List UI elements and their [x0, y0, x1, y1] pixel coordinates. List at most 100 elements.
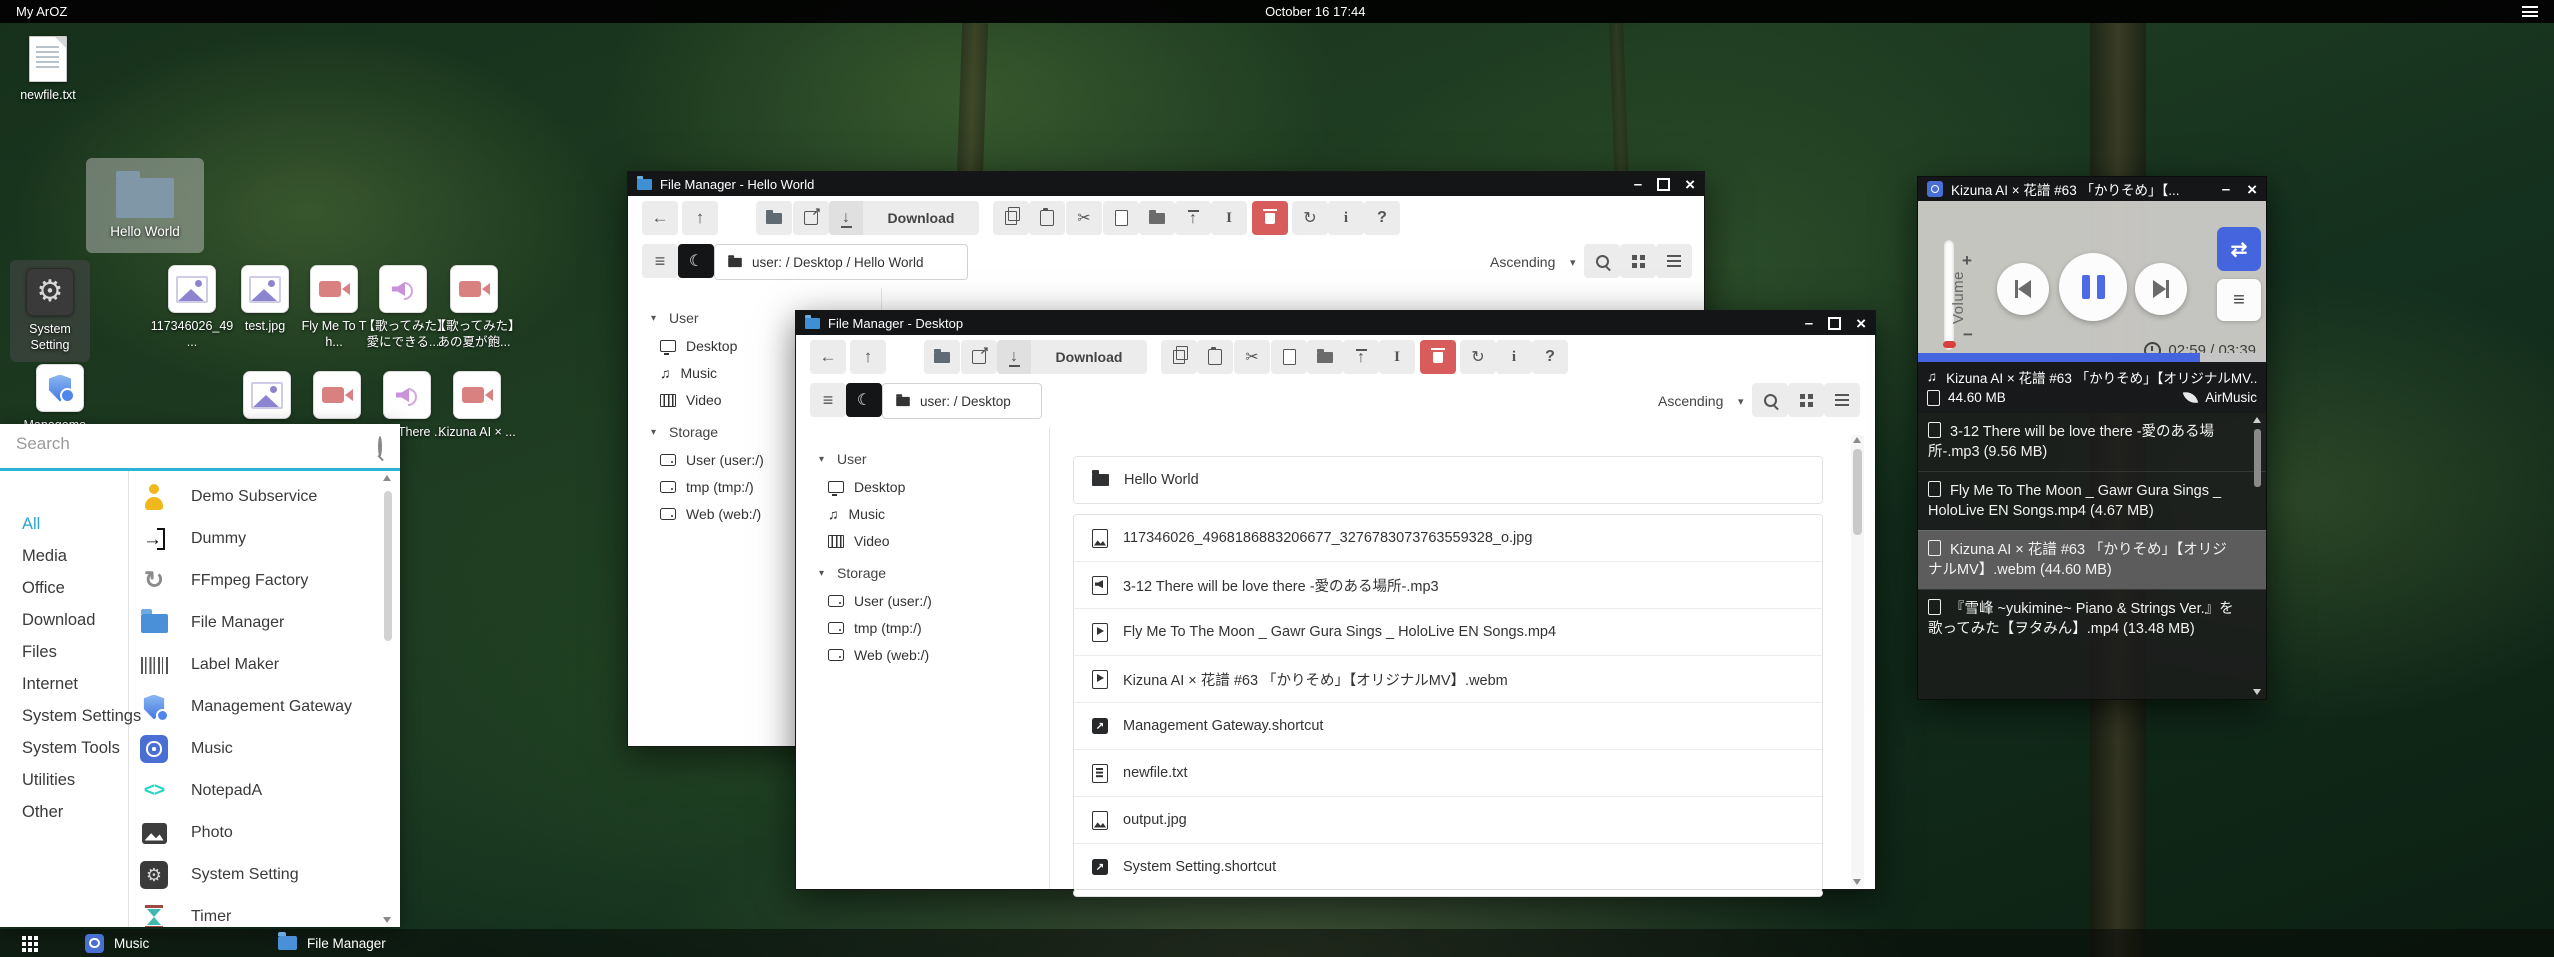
category-other[interactable]: Other — [22, 803, 63, 822]
app-photo[interactable]: Photo — [139, 813, 374, 853]
maximize-button[interactable] — [1828, 317, 1841, 330]
sidebar-section-storage[interactable]: ▾Storage — [819, 565, 886, 581]
file-row[interactable]: ↗System Setting.shortcut — [1074, 844, 1822, 890]
taskbar-item-file-manager[interactable]: File Manager — [278, 929, 386, 957]
progress-bar[interactable] — [1918, 353, 2266, 362]
list-view-button[interactable] — [1824, 383, 1860, 417]
sort-dropdown[interactable]: Ascending — [1490, 254, 1555, 270]
menu-button[interactable]: ≡ — [642, 244, 678, 278]
help-button[interactable]: ? — [1532, 340, 1568, 374]
sidebar-item-video[interactable]: Video — [660, 392, 722, 408]
menu-button[interactable]: ≡ — [810, 383, 846, 417]
sidebar-section-storage[interactable]: ▾Storage — [651, 424, 718, 440]
file-row[interactable]: 3-12 There will be love there -愛のある場所-.m… — [1074, 562, 1822, 609]
app-timer[interactable]: Timer — [139, 897, 374, 927]
app-system-setting[interactable]: ⚙System Setting — [139, 855, 374, 895]
maximize-button[interactable] — [1657, 178, 1670, 191]
dark-mode-button[interactable]: ☾ — [846, 383, 882, 417]
sidebar-item-tmp-drive[interactable]: tmp (tmp:/) — [828, 620, 922, 636]
playlist-item[interactable]: 3-12 There will be love there -愛のある場所-.m… — [1918, 413, 2266, 471]
breadcrumb[interactable]: user: / Desktop — [882, 383, 1042, 419]
hamburger-menu-icon[interactable] — [2522, 6, 2538, 17]
search-button[interactable] — [1584, 244, 1620, 278]
sidebar-item-desktop[interactable]: Desktop — [660, 338, 737, 354]
desktop-icon-kizuna-ai[interactable]: Kizuna AI × ... — [433, 371, 521, 440]
sidebar-item-music[interactable]: ♫Music — [660, 365, 717, 381]
title-bar[interactable]: File Manager - Desktop – × — [796, 311, 1875, 335]
category-internet[interactable]: Internet — [22, 675, 78, 694]
category-download[interactable]: Download — [22, 611, 95, 630]
sidebar-section-user[interactable]: ▾User — [819, 451, 867, 467]
scrollbar[interactable] — [1851, 435, 1864, 887]
file-row[interactable]: newfile.txt — [1074, 750, 1822, 797]
dark-mode-button[interactable]: ☾ — [678, 244, 714, 278]
sidebar-section-user[interactable]: ▾User — [651, 310, 699, 326]
app-file-manager[interactable]: File Manager — [139, 603, 374, 643]
delete-button[interactable] — [1252, 201, 1288, 235]
close-button[interactable]: × — [1685, 176, 1695, 193]
next-track-button[interactable] — [2135, 263, 2187, 315]
delete-button[interactable] — [1420, 340, 1456, 374]
download-button[interactable]: ↓ Download — [829, 201, 979, 235]
category-office[interactable]: Office — [22, 579, 65, 598]
breadcrumb[interactable]: user: / Desktop / Hello World — [714, 244, 968, 280]
pause-button[interactable] — [2059, 253, 2127, 321]
cut-button[interactable]: ✂ — [1234, 340, 1270, 374]
chevron-down-icon[interactable]: ▾ — [1570, 256, 1576, 269]
up-button[interactable]: ↑ — [850, 340, 886, 374]
system-brand[interactable]: My ArOZ — [16, 4, 67, 19]
file-row[interactable]: 117346026_4968186883206677_3276783073763… — [1074, 515, 1822, 562]
info-button[interactable]: i — [1328, 201, 1364, 235]
file-row[interactable]: Kizuna AI × 花譜 #63 「かりそめ」【オリジナルMV】.webm — [1074, 656, 1822, 703]
sidebar-item-user-drive[interactable]: User (user:/) — [828, 593, 932, 609]
copy-button[interactable] — [1161, 340, 1197, 374]
new-folder-button[interactable] — [1139, 201, 1175, 235]
up-button[interactable]: ↑ — [682, 201, 718, 235]
minimize-button[interactable]: – — [1634, 177, 1642, 192]
grid-view-button[interactable] — [1788, 383, 1824, 417]
refresh-button[interactable]: ↻ — [1292, 201, 1328, 235]
app-ffmpeg-factory[interactable]: ↻FFmpeg Factory — [139, 561, 374, 601]
desktop-icon-hello-world[interactable]: Hello World — [86, 158, 204, 253]
category-system-tools[interactable]: System Tools — [22, 739, 120, 758]
open-button[interactable] — [924, 340, 960, 374]
category-system-settings[interactable]: System Settings — [22, 707, 141, 726]
new-file-button[interactable] — [1103, 201, 1139, 235]
playlist-button[interactable]: ≡ — [2217, 279, 2261, 321]
repeat-button[interactable]: ⇄ — [2217, 227, 2261, 271]
app-notepada[interactable]: <>NotepadA — [139, 771, 374, 811]
sidebar-item-tmp-drive[interactable]: tmp (tmp:/) — [660, 479, 754, 495]
file-row[interactable]: output.jpg — [1074, 797, 1822, 844]
open-new-window-button[interactable]: ↗ — [793, 201, 829, 235]
category-files[interactable]: Files — [22, 643, 57, 662]
file-row[interactable]: ↗Management Gateway.shortcut — [1074, 703, 1822, 750]
desktop-icon-utattemita-natsu[interactable]: 【歌ってみた】あの夏が飽... — [430, 265, 518, 351]
file-row-hello-world[interactable]: Hello World — [1073, 456, 1823, 504]
file-row[interactable]: Fly Me To The Moon _ Gawr Gura Sings _ H… — [1074, 609, 1822, 656]
upload-button[interactable]: ↑ — [1175, 201, 1211, 235]
sidebar-item-desktop[interactable]: Desktop — [828, 479, 905, 495]
title-bar[interactable]: File Manager - Hello World – × — [628, 172, 1704, 196]
close-button[interactable]: × — [1856, 315, 1866, 332]
open-button[interactable] — [756, 201, 792, 235]
category-media[interactable]: Media — [22, 547, 67, 566]
refresh-button[interactable]: ↻ — [1460, 340, 1496, 374]
category-utilities[interactable]: Utilities — [22, 771, 75, 790]
playlist-item[interactable]: Fly Me To The Moon _ Gawr Gura Sings _ H… — [1918, 471, 2266, 530]
app-management-gateway[interactable]: Management Gateway — [139, 687, 374, 727]
paste-button[interactable] — [1029, 201, 1065, 235]
paste-button[interactable] — [1197, 340, 1233, 374]
app-music[interactable]: Music — [139, 729, 374, 769]
back-button[interactable]: ← — [642, 201, 678, 235]
help-button[interactable]: ? — [1364, 201, 1400, 235]
volume-up[interactable]: + — [1962, 251, 1972, 271]
playlist-scrollbar[interactable] — [2253, 417, 2263, 695]
open-new-window-button[interactable]: ↗ — [961, 340, 997, 374]
search-input[interactable] — [0, 424, 400, 464]
search-button[interactable] — [1752, 383, 1788, 417]
copy-button[interactable] — [993, 201, 1029, 235]
cut-button[interactable]: ✂ — [1066, 201, 1102, 235]
app-list-scrollbar[interactable] — [382, 475, 394, 923]
back-button[interactable]: ← — [810, 340, 846, 374]
rename-button[interactable]: I — [1379, 340, 1415, 374]
